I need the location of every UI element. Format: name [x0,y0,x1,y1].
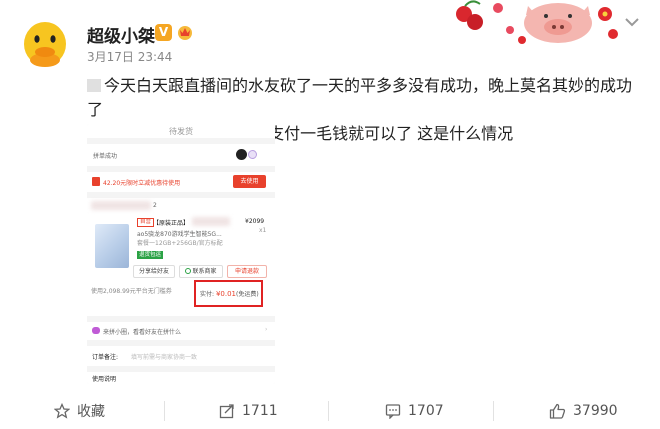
favorite-button[interactable]: 收藏 [54,393,105,429]
circle-icon [92,327,100,334]
duck-avatar-icon [18,14,72,68]
decoration-pig-cherry-icon [456,0,618,44]
divider [164,401,165,421]
coupon-use-button[interactable]: 去使用 [233,175,266,188]
usage-row: 使用说明 [87,372,275,384]
invite-text: 来拼小圈，看看好友在拼什么 [103,329,182,336]
payment-amount: 实付: ¥0.01(免运费) [200,290,259,298]
product-card: 2 自营 【原装正品】 ao5骁龙870游戏学生智能5G... 套餐一12GB+… [87,198,275,282]
product-subtitle: ao5骁龙870游戏学生智能5G... [137,231,222,238]
post-header: 超级小桀 V 3月17日 23:44 [0,0,660,80]
contact-seller-button[interactable]: 联系商家 [179,265,223,278]
share-button[interactable]: 分享给好友 [133,265,175,278]
blurred-mention [87,79,101,92]
payment-highlight-box: 实付: ¥0.01(免运费) [194,280,263,307]
repost-button[interactable]: 1711 [219,393,278,429]
coupon-used-note: 使用2,098.99元平台无门槛券 [91,288,172,295]
divider [328,401,329,421]
order-note-label: 订单备注: [92,354,119,361]
chevron-down-icon[interactable] [622,12,642,32]
product-price: ¥2099 [245,218,265,225]
comment-icon [385,404,401,419]
coupon-text: 42.20元限时立减优惠待使用 [103,180,181,187]
blurred-product-name [192,217,230,226]
participant-avatar [236,149,247,160]
coupon-row: 42.20元限时立减优惠待使用 去使用 [87,172,275,192]
star-icon [54,403,70,419]
thumbs-up-icon [549,403,566,419]
chevron-right-icon: › [265,326,268,333]
repost-icon [219,404,234,419]
comment-button[interactable]: 1707 [385,393,444,429]
chat-icon [185,268,192,274]
blurred-store-name [91,201,151,210]
post-image[interactable]: 待发货 拼单成功 42.20元限时立减优惠待使用 去使用 2 自营 【原装正品】… [87,124,275,384]
product-spec: 套餐一12GB+256GB/官方标配 [137,240,223,247]
tag-free-return: 退货包运 [137,251,164,259]
refund-button[interactable]: 申请退款 [227,265,267,278]
store-number: 2 [153,202,157,209]
username[interactable]: 超级小桀 [87,22,155,47]
product-quantity: x1 [259,227,267,234]
divider [493,401,494,421]
vip-crown-icon [178,26,192,40]
order-note-input[interactable]: 填写前需与商家协商一致 [131,352,197,361]
post-timestamp[interactable]: 3月17日 23:44 [87,48,172,65]
like-button[interactable]: 37990 [549,393,618,429]
participant-avatar [248,150,257,159]
avatar[interactable] [18,14,72,68]
post-text-line-1: 今天白天跟直播间的水友砍了一天的平多多没有成功，晚上莫名其妙的成功了 [87,76,633,119]
shot-page-title: 待发货 [169,127,193,136]
shot-title-bar: 待发货 [87,124,275,138]
group-status-label: 拼单成功 [93,153,118,160]
coupon-icon [92,177,100,186]
usage-label: 使用说明 [92,376,117,383]
tag-self-operated: 自营 [137,218,155,227]
product-title: 【原装正品】 [153,220,190,227]
invite-row[interactable]: 来拼小圈，看看好友在拼什么 › [87,322,275,340]
verified-badge-icon: V [155,24,172,41]
product-image [95,224,129,268]
order-note-row[interactable]: 订单备注: 填写前需与商家协商一致 [87,346,275,366]
group-status-row: 拼单成功 [87,144,275,166]
action-bar: 收藏 1711 1707 37990 [0,393,660,429]
